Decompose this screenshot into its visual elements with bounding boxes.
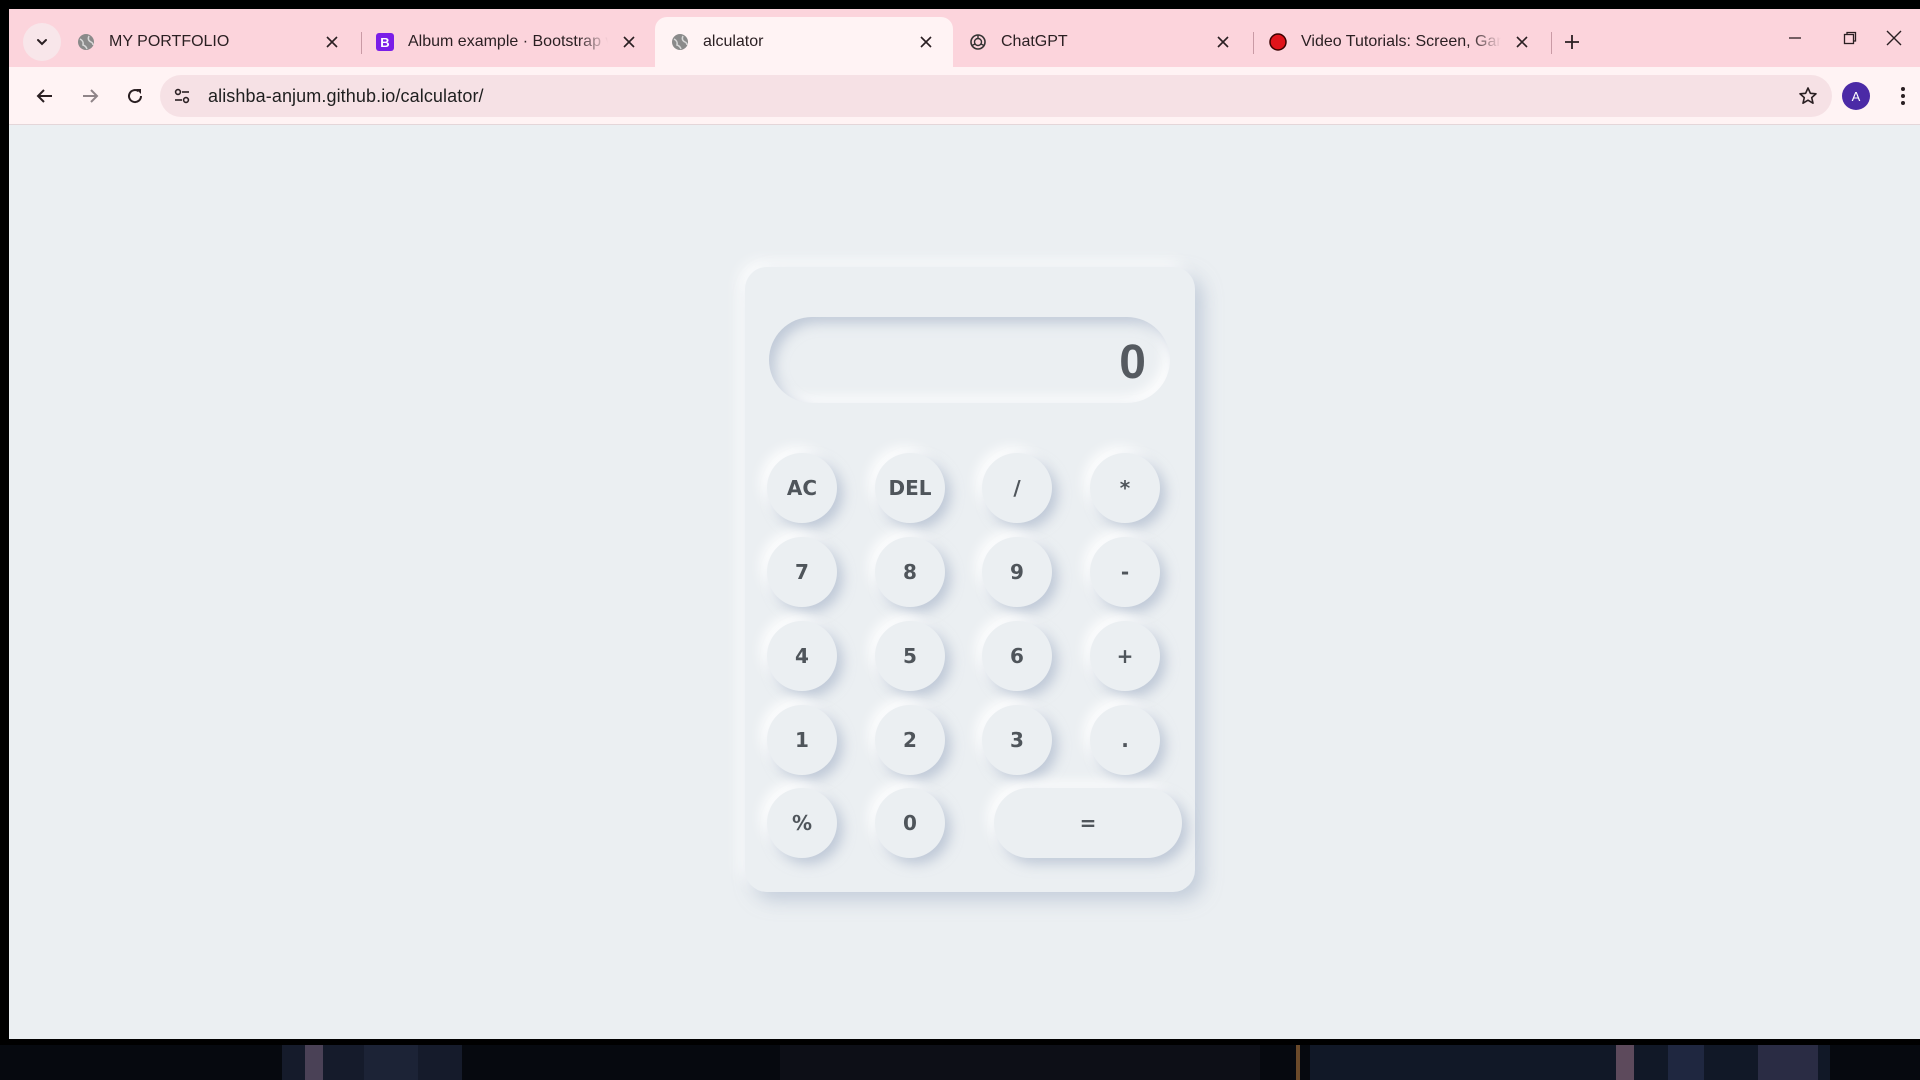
desktop-background-strip (0, 1045, 1920, 1080)
arrow-right-icon (83, 89, 99, 103)
restore-icon (1843, 31, 1857, 45)
key-decimal[interactable]: . (1090, 705, 1160, 775)
tab-calculator[interactable]: alculator (655, 17, 953, 67)
key-2[interactable]: 2 (875, 705, 945, 775)
tab-chatgpt[interactable]: ChatGPT (953, 17, 1250, 67)
close-icon[interactable] (1511, 31, 1533, 53)
key-all-clear[interactable]: AC (767, 453, 837, 523)
close-icon[interactable] (618, 31, 640, 53)
tab-title: ChatGPT (1001, 33, 1068, 50)
background-shape (1296, 1045, 1300, 1080)
forward-button[interactable] (71, 77, 109, 115)
key-delete[interactable]: DEL (875, 453, 945, 523)
key-multiply[interactable]: * (1090, 453, 1160, 523)
background-shape (1668, 1045, 1704, 1080)
key-add[interactable]: + (1090, 621, 1160, 691)
globe-icon (77, 33, 95, 51)
arrow-left-icon (36, 89, 52, 103)
key-percent[interactable]: % (767, 788, 837, 858)
background-shape (780, 1045, 1260, 1080)
tab-portfolio[interactable]: MY PORTFOLIO (61, 17, 359, 67)
close-icon[interactable] (915, 31, 937, 53)
bookmark-star-icon[interactable] (1792, 80, 1824, 112)
back-button[interactable] (26, 77, 64, 115)
plus-icon (1565, 35, 1579, 49)
tab-title: alculator (703, 33, 764, 50)
key-7[interactable]: 7 (767, 537, 837, 607)
tab-title: Video Tutorials: Screen, Game and (1301, 33, 1501, 50)
close-window-button[interactable] (1871, 21, 1917, 55)
key-6[interactable]: 6 (982, 621, 1052, 691)
screen: MY PORTFOLIO B Album example · Bootstrap… (0, 0, 1920, 1080)
calculator: 0 AC DEL / * 7 8 9 - 4 5 6 + 1 2 3 . % 0… (745, 267, 1195, 892)
background-shape (1310, 1045, 1830, 1080)
background-shape (1758, 1045, 1818, 1080)
background-shape (1616, 1045, 1634, 1080)
tab-video-tutorials[interactable]: Video Tutorials: Screen, Game and (1253, 17, 1549, 67)
url-text[interactable]: alishba-anjum.github.io/calculator/ (208, 86, 484, 107)
tab-title: MY PORTFOLIO (109, 33, 230, 50)
minimize-button[interactable] (1772, 21, 1818, 55)
chevron-down-icon (37, 39, 47, 46)
close-icon[interactable] (1212, 31, 1234, 53)
key-1[interactable]: 1 (767, 705, 837, 775)
key-0[interactable]: 0 (875, 788, 945, 858)
tab-separator (1551, 32, 1552, 54)
tab-album-example[interactable]: B Album example · Bootstrap v5.0 (360, 17, 656, 67)
browser-window: MY PORTFOLIO B Album example · Bootstrap… (9, 9, 1920, 1039)
key-5[interactable]: 5 (875, 621, 945, 691)
tab-strip: MY PORTFOLIO B Album example · Bootstrap… (9, 9, 1920, 67)
background-shape (305, 1045, 323, 1080)
record-icon (1269, 33, 1287, 51)
calculator-display: 0 (769, 317, 1170, 403)
key-divide[interactable]: / (982, 453, 1052, 523)
browser-toolbar: alishba-anjum.github.io/calculator/ A (9, 67, 1920, 125)
close-icon (1886, 30, 1902, 46)
reload-icon (128, 89, 143, 104)
site-settings-icon[interactable] (166, 80, 198, 112)
close-icon[interactable] (321, 31, 343, 53)
address-bar[interactable]: alishba-anjum.github.io/calculator/ (160, 75, 1832, 117)
key-4[interactable]: 4 (767, 621, 837, 691)
profile-avatar[interactable]: A (1842, 82, 1870, 110)
tab-title: Album example · Bootstrap v5.0 (408, 33, 608, 50)
minimize-icon (1789, 37, 1801, 39)
display-value: 0 (1119, 336, 1146, 389)
bootstrap-icon: B (376, 33, 394, 51)
key-subtract[interactable]: - (1090, 537, 1160, 607)
key-3[interactable]: 3 (982, 705, 1052, 775)
key-9[interactable]: 9 (982, 537, 1052, 607)
globe-icon (671, 33, 689, 51)
new-tab-button[interactable] (1555, 25, 1589, 59)
more-vertical-icon (1901, 87, 1905, 105)
bootstrap-letter: B (380, 35, 389, 50)
chatgpt-icon (969, 33, 987, 51)
tab-search-button[interactable] (23, 23, 61, 61)
reload-button[interactable] (116, 77, 154, 115)
key-8[interactable]: 8 (875, 537, 945, 607)
key-equals[interactable]: = (994, 788, 1182, 858)
browser-menu-button[interactable] (1888, 79, 1918, 113)
background-shape (364, 1045, 418, 1080)
restore-button[interactable] (1827, 21, 1873, 55)
